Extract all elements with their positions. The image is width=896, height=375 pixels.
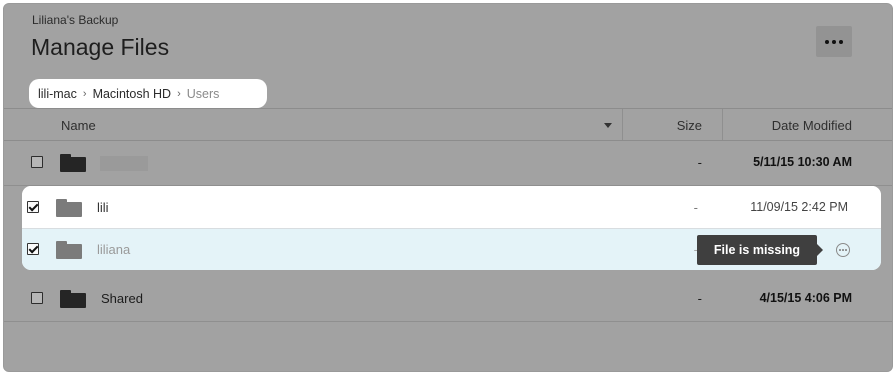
date-modified: 11/09/15 2:42 PM	[750, 200, 848, 214]
table-row[interactable]: - 5/11/15 10:30 AM	[4, 141, 892, 186]
folder-icon	[60, 290, 86, 308]
table-row-missing[interactable]: liliana - File is missing	[22, 229, 881, 270]
table-header: Name Size Date Modified	[4, 108, 892, 141]
folder-icon	[56, 241, 82, 259]
backup-name: Liliana's Backup	[32, 13, 119, 27]
redacted-file-name	[100, 156, 148, 171]
row-checkbox[interactable]	[31, 156, 43, 168]
highlighted-rows-panel: lili - 11/09/15 2:42 PM liliana - File i…	[22, 186, 881, 270]
file-name: lili	[97, 200, 109, 215]
file-name: liliana	[97, 242, 131, 257]
row-checkbox-checked[interactable]	[27, 243, 39, 255]
page-title: Manage Files	[31, 34, 170, 60]
breadcrumb: lili-mac › Macintosh HD › Users	[29, 79, 267, 108]
breadcrumb-item-users: Users	[186, 86, 220, 101]
folder-icon	[56, 199, 82, 217]
file-size: -	[693, 200, 698, 215]
column-header-name[interactable]: Name	[61, 118, 96, 133]
row-checkbox[interactable]	[31, 292, 43, 304]
more-horizontal-icon	[825, 39, 843, 44]
column-divider[interactable]	[622, 109, 623, 140]
table-row[interactable]: lili - 11/09/15 2:42 PM	[22, 186, 881, 229]
column-header-size[interactable]: Size	[677, 118, 702, 133]
more-options-button[interactable]	[816, 26, 852, 57]
sort-descending-icon[interactable]	[604, 123, 612, 128]
missing-status-icon[interactable]	[836, 243, 850, 257]
breadcrumb-item-macintosh-hd[interactable]: Macintosh HD	[93, 87, 172, 101]
file-missing-tooltip: File is missing	[697, 235, 823, 265]
row-checkbox-checked[interactable]	[27, 201, 39, 213]
table-row[interactable]: Shared - 4/15/15 4:06 PM	[4, 277, 892, 322]
file-size: -	[697, 155, 702, 170]
column-header-date-modified[interactable]: Date Modified	[772, 118, 852, 133]
file-name: Shared	[101, 291, 143, 306]
date-modified: 4/15/15 4:06 PM	[759, 291, 852, 305]
date-modified: 5/11/15 10:30 AM	[753, 155, 852, 169]
file-size: -	[697, 291, 702, 306]
breadcrumb-item-lili-mac[interactable]: lili-mac	[38, 87, 77, 101]
column-divider[interactable]	[722, 109, 723, 140]
chevron-right-icon: ›	[177, 87, 181, 100]
chevron-right-icon: ›	[82, 87, 87, 100]
folder-icon	[60, 154, 86, 172]
